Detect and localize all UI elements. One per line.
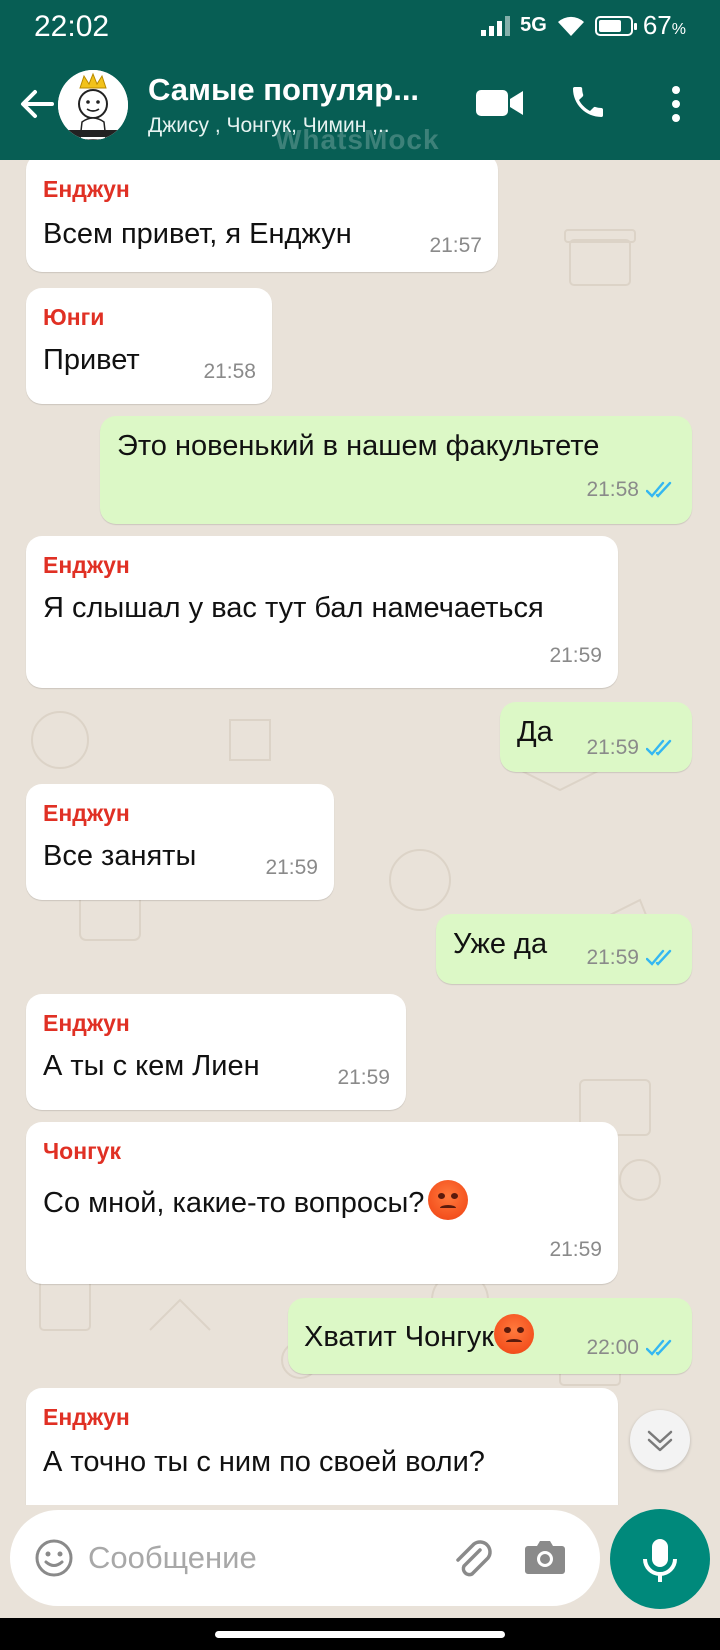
message-time: 21:58: [203, 360, 256, 383]
home-indicator[interactable]: [215, 1631, 505, 1638]
video-call-icon[interactable]: [476, 88, 524, 118]
battery-level: 67%: [642, 10, 686, 40]
more-vert-icon[interactable]: [668, 84, 684, 124]
message-meta: 21:59: [586, 736, 676, 760]
emoji-icon[interactable]: [34, 1538, 74, 1578]
wifi-icon: [557, 16, 584, 36]
message-meta: 21:59: [586, 946, 676, 970]
message-text: Да: [517, 716, 553, 748]
message-bubble-incoming[interactable]: Чонгук Со мной, какие-то вопросы? 21:59: [26, 1122, 618, 1284]
message-time: 21:59: [549, 644, 602, 667]
message-sender: Енджун: [43, 1404, 130, 1430]
message-bubble-outgoing[interactable]: Да 21:59: [500, 702, 692, 772]
angry-face-icon: [428, 1180, 469, 1220]
message-time: 21:58: [586, 478, 639, 501]
message-meta: 21:59: [549, 1238, 602, 1262]
message-meta: 21:58: [203, 360, 256, 384]
message-text-content: Хватит Чонгук: [304, 1321, 494, 1353]
message-bubble-incoming[interactable]: Енджун Все заняты 21:59: [26, 784, 334, 900]
message-bubble-outgoing[interactable]: Хватит Чонгук 22:00: [288, 1298, 692, 1374]
message-composer: Сообщение: [10, 1510, 600, 1606]
scroll-to-bottom-button[interactable]: [630, 1410, 690, 1470]
message-time: 21:57: [429, 234, 482, 257]
message-text: Привет: [43, 344, 140, 376]
message-sender: Юнги: [43, 304, 105, 330]
chat-header: Самые популяр... Джису , Чонгук, Чимин ,…: [0, 58, 720, 160]
message-time: 21:59: [586, 736, 639, 759]
message-text: Это новенький в нашем факультете: [117, 430, 600, 462]
message-meta: 21:59: [337, 1066, 390, 1090]
message-bubble-incoming[interactable]: Юнги Привет 21:58: [26, 288, 272, 404]
message-input[interactable]: Сообщение: [88, 1540, 257, 1576]
message-text: Все заняты: [43, 840, 197, 872]
phone-icon[interactable]: [568, 82, 608, 122]
message-bubble-incoming[interactable]: Енджун А точно ты с ним по своей воли?: [26, 1388, 618, 1505]
voice-message-button[interactable]: [610, 1509, 710, 1609]
message-bubble-incoming[interactable]: Енджун Я слышал у вас тут бал намечаетьс…: [26, 536, 618, 688]
message-bubble-incoming[interactable]: Енджун А ты с кем Лиен 21:59: [26, 994, 406, 1110]
message-meta: 21:57: [429, 234, 482, 258]
chat-title[interactable]: Самые популяр...: [148, 72, 428, 108]
message-sender: Чонгук: [43, 1138, 121, 1164]
watermark: WhatsMock: [275, 124, 440, 155]
double-check-icon: [646, 739, 672, 756]
message-text: Хватит Чонгук: [304, 1314, 534, 1354]
back-arrow-icon[interactable]: [16, 84, 56, 124]
signal-icon: [481, 15, 511, 36]
angry-face-icon: [493, 1314, 534, 1354]
status-bar: 22:02 5G 67%: [0, 0, 720, 54]
message-meta: 21:59: [549, 644, 602, 668]
message-bubble-outgoing[interactable]: Уже да 21:59: [436, 914, 692, 984]
app-bar: 22:02 5G 67% Самые популяр... Джису , Чо…: [0, 0, 720, 160]
avatar-image: [58, 70, 128, 140]
chevron-down-icon: [647, 1430, 673, 1452]
message-text-content: Со мной, какие-то вопросы?: [43, 1187, 425, 1219]
message-bubble-incoming[interactable]: Енджун Всем привет, я Енджун 21:57: [26, 160, 498, 272]
message-meta: 21:58: [586, 478, 676, 502]
battery-icon: [594, 15, 637, 36]
message-text: Я слышал у вас тут бал намечаеться: [43, 592, 544, 624]
message-meta: 21:59: [265, 856, 318, 880]
message-list[interactable]: Енджун Всем привет, я Енджун 21:57 Юнги …: [0, 160, 720, 1505]
group-avatar[interactable]: [58, 70, 128, 140]
message-text: А точно ты с ним по своей воли?: [43, 1446, 485, 1478]
message-text: А ты с кем Лиен: [43, 1050, 260, 1082]
message-meta: 22:00: [586, 1336, 676, 1360]
mic-icon: [643, 1539, 677, 1582]
camera-icon[interactable]: [524, 1538, 566, 1576]
message-time: 21:59: [265, 856, 318, 879]
message-time: 21:59: [337, 1066, 390, 1089]
system-nav-bar: [0, 1618, 720, 1650]
message-text: Всем привет, я Енджун: [43, 218, 352, 250]
message-time: 21:59: [586, 946, 639, 969]
status-indicators: 5G 67%: [481, 10, 686, 41]
message-bubble-outgoing[interactable]: Это новенький в нашем факультете 21:58: [100, 416, 692, 524]
message-text: Со мной, какие-то вопросы?: [43, 1180, 469, 1220]
message-sender: Енджун: [43, 800, 130, 826]
double-check-icon: [646, 1339, 672, 1356]
attach-icon[interactable]: [450, 1536, 494, 1580]
message-time: 21:59: [549, 1238, 602, 1261]
message-text: Уже да: [453, 928, 548, 960]
network-type: 5G: [520, 14, 547, 36]
double-check-icon: [646, 949, 672, 966]
status-time: 22:02: [34, 10, 110, 43]
message-sender: Енджун: [43, 1010, 130, 1036]
double-check-icon: [646, 481, 672, 498]
message-sender: Енджун: [43, 176, 130, 202]
message-time: 22:00: [586, 1336, 639, 1359]
message-sender: Енджун: [43, 552, 130, 578]
